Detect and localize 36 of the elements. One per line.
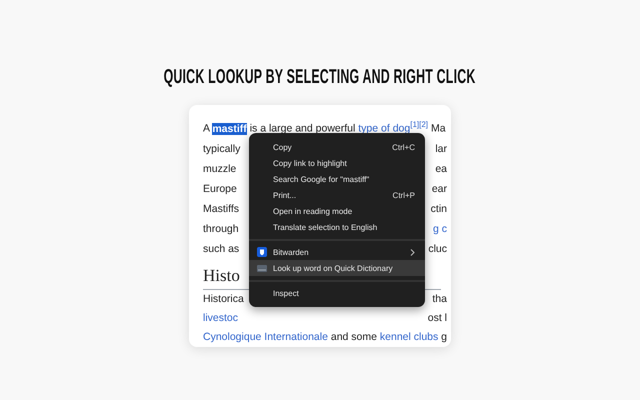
article-text: muzzle xyxy=(203,162,236,176)
article-link[interactable]: g c xyxy=(432,218,447,238)
article-text: lar xyxy=(435,142,447,156)
menu-item[interactable]: Copy Ctrl+C xyxy=(249,139,425,155)
chevron-icon xyxy=(410,248,415,256)
article-link[interactable]: kennel clubs xyxy=(380,330,438,342)
article-text: ost l xyxy=(428,310,447,326)
tray-icon xyxy=(257,263,267,273)
menu-item[interactable]: Bitwarden xyxy=(249,244,425,260)
menu-item[interactable]: Inspect xyxy=(249,285,425,301)
section-heading: Histo xyxy=(203,266,240,284)
menu-item[interactable]: Open in reading mode xyxy=(249,203,425,219)
article-text: typically xyxy=(203,142,240,156)
article-text: Historica xyxy=(203,292,244,306)
footnote-link[interactable]: [1][2] xyxy=(410,120,428,129)
page-title: QUICK LOOKUP BY SELECTING AND RIGHT CLICK xyxy=(164,65,476,90)
menu-item[interactable]: Copy link to highlight xyxy=(249,155,425,171)
selected-word: mastiff xyxy=(212,122,247,134)
article-link[interactable]: type of dog xyxy=(358,122,410,134)
article-text: Europe xyxy=(203,182,237,196)
article-link[interactable]: Cynologique Internationale xyxy=(203,330,328,342)
menu-item[interactable]: Look up word on Quick Dictionary xyxy=(249,260,425,276)
article-link[interactable]: livestoc xyxy=(203,308,238,328)
article-text: cluc xyxy=(428,242,447,256)
shield-icon xyxy=(257,247,267,257)
article-text: ear xyxy=(432,182,447,196)
article-text: ea xyxy=(435,162,447,176)
menu-item[interactable]: Print... Ctrl+P xyxy=(249,187,425,203)
article-text: through xyxy=(203,222,239,236)
menu-item[interactable]: Search Google for "mastiff" xyxy=(249,171,425,187)
article-text: such as xyxy=(203,242,240,256)
menu-item[interactable]: Translate selection to English xyxy=(249,219,425,235)
article-text: Mastiffs xyxy=(203,202,239,216)
article-text: ctin xyxy=(430,202,447,216)
article-text: Cynologique Internationale and some kennel clubs g xyxy=(203,330,448,344)
article-text: tha xyxy=(432,292,447,306)
